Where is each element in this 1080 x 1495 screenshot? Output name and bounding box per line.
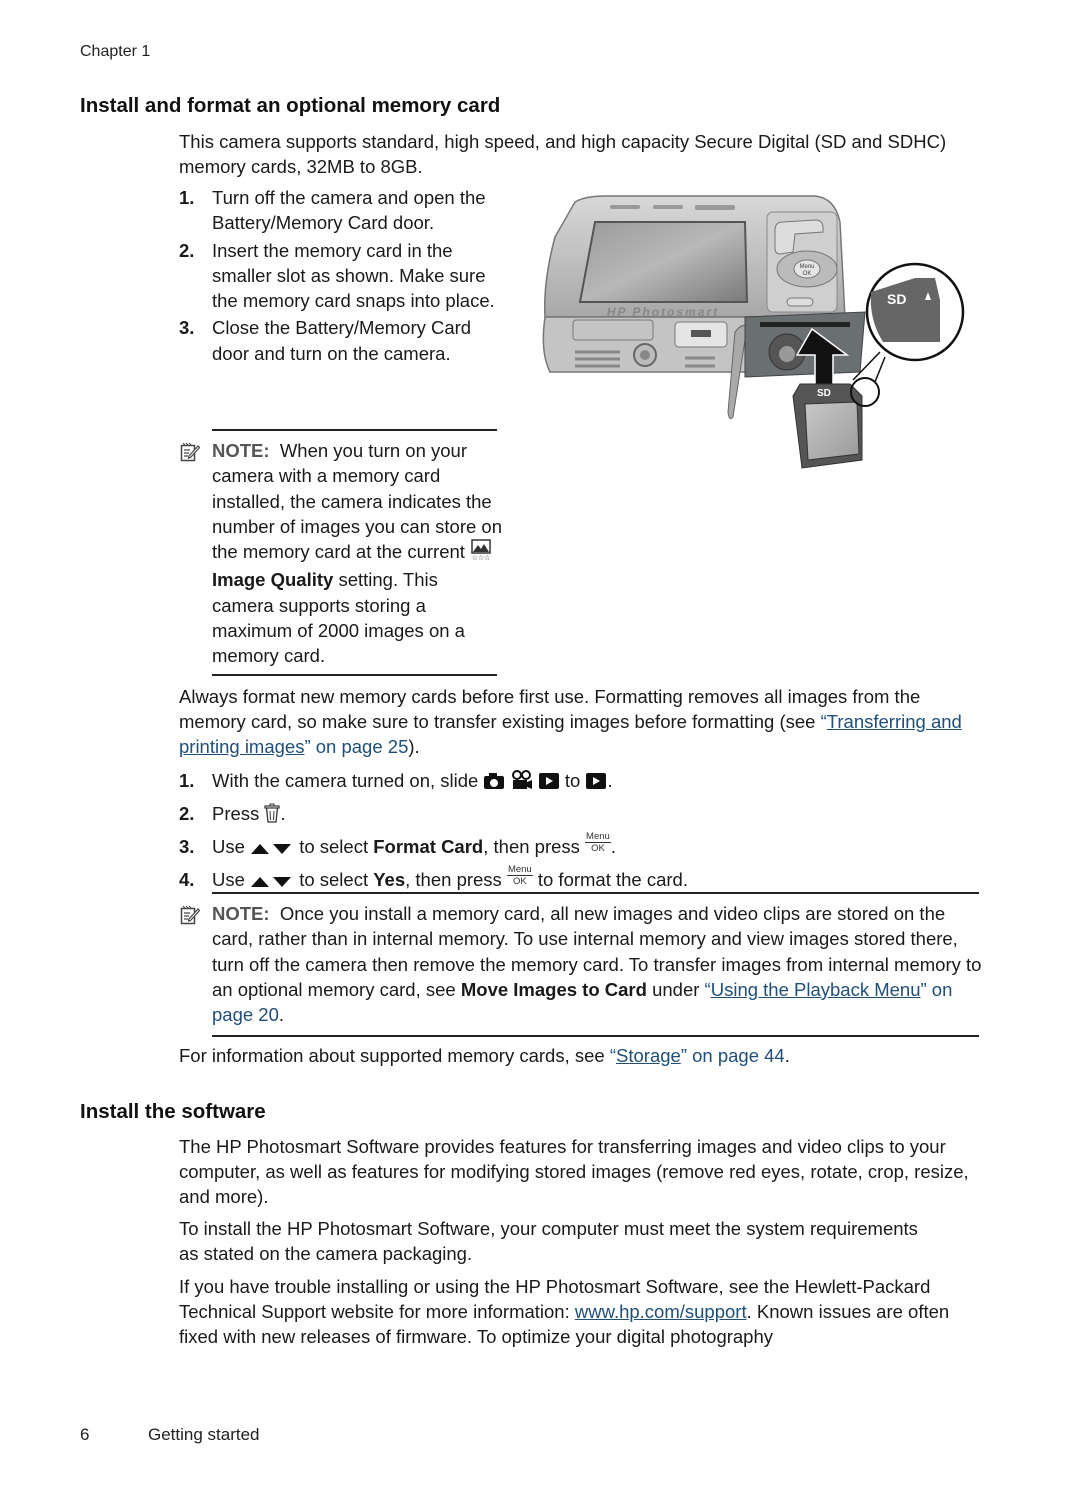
- step-text: to: [564, 770, 581, 791]
- format-card-steps: 1. With the camera turned on, slide to .…: [179, 766, 989, 898]
- support-paragraph: If you have trouble installing or using …: [179, 1274, 989, 1349]
- storage-paragraph-text: For information about supported memory c…: [179, 1045, 610, 1066]
- format-paragraph-text: Always format new memory cards before fi…: [179, 686, 921, 732]
- svg-text:SD: SD: [817, 388, 831, 399]
- note-label: NOTE:: [212, 440, 270, 461]
- note-text: .: [278, 1004, 285, 1026]
- section-title-memory-card: Install and format an optional memory ca…: [80, 94, 501, 117]
- step-text: , then press: [405, 869, 502, 890]
- format-card-option: Format Card: [373, 836, 484, 857]
- page-number: 6: [80, 1425, 90, 1444]
- list-item: 1. With the camera turned on, slide to .: [179, 766, 989, 799]
- step-text: Press: [212, 803, 260, 824]
- yes-option: Yes: [373, 869, 406, 890]
- note-memory-card-capacity: NOTE: When you turn on your camera with …: [212, 438, 504, 669]
- chapter-header: Chapter 1: [80, 43, 151, 60]
- link-hp-support[interactable]: www.hp.com/support: [575, 1301, 747, 1322]
- list-item: 3. Close the Battery/Memory Card door an…: [179, 315, 499, 366]
- image-quality-icon: ☆☆☆: [470, 539, 492, 567]
- step-text: With the camera turned on, slide: [212, 770, 479, 791]
- note-divider-bottom: [212, 674, 497, 676]
- note-divider-top: [212, 429, 497, 431]
- step-number: 3.: [179, 836, 195, 857]
- step-number: 2.: [179, 803, 195, 824]
- trash-icon: [264, 802, 281, 832]
- insert-card-steps: 1. Turn off the camera and open the Batt…: [179, 185, 499, 368]
- step-text: Close the Battery/Memory Card door and t…: [212, 317, 472, 364]
- list-item: 1. Turn off the camera and open the Batt…: [179, 185, 499, 236]
- note-pencil-icon: [180, 905, 201, 925]
- step-number: 1.: [179, 770, 195, 791]
- list-item: 3. Use to select Format Card, then press…: [179, 832, 989, 865]
- step-text: Insert the memory card in the smaller sl…: [212, 239, 495, 312]
- step-number: 4.: [179, 869, 195, 890]
- step-text: Use: [212, 836, 245, 857]
- format-paragraph-close: ).: [408, 736, 420, 757]
- step-text: , then press: [483, 836, 580, 857]
- section-title-install-software: Install the software: [80, 1100, 266, 1123]
- system-requirements-paragraph: To install the HP Photosmart Software, y…: [179, 1218, 918, 1264]
- camera-memory-card-illustration: HP Photosmart Menu OK SD SD: [535, 192, 965, 477]
- step-number: 2.: [179, 239, 195, 261]
- svg-text:SD: SD: [887, 291, 906, 307]
- storage-paragraph: For information about supported memory c…: [179, 1043, 989, 1068]
- note-label: NOTE:: [212, 903, 270, 924]
- storage-paragraph-close: .: [784, 1045, 790, 1066]
- svg-text:Menu: Menu: [799, 264, 814, 270]
- svg-text:☆☆☆: ☆☆☆: [472, 554, 491, 561]
- step-text: to format the card.: [537, 869, 688, 890]
- intro-paragraph: This camera supports standard, high spee…: [179, 131, 947, 177]
- step-number: 3.: [179, 317, 195, 339]
- software-features-paragraph: The HP Photosmart Software provides feat…: [179, 1136, 969, 1207]
- list-item: 2. Press .: [179, 799, 989, 832]
- up-down-arrows-icon: [250, 868, 294, 898]
- menu-ok-button-icon: Menu OK: [506, 864, 533, 887]
- step-text: to select: [299, 869, 369, 890]
- step-number: 1.: [179, 187, 195, 208]
- format-paragraph: Always format new memory cards before fi…: [179, 684, 989, 759]
- playback-icon: [585, 769, 607, 799]
- image-quality-setting: Image Quality: [212, 569, 334, 591]
- menu-ok-button-icon: Menu OK: [585, 831, 611, 854]
- note-text: under: [652, 978, 705, 1000]
- footer-section-name: Getting started: [148, 1425, 260, 1444]
- list-item: 2. Insert the memory card in the smaller…: [179, 238, 499, 314]
- step-text: .: [607, 770, 613, 791]
- step-text: to select: [299, 836, 369, 857]
- up-down-arrows-icon: [250, 835, 294, 865]
- step-text: Turn off the camera and open the Battery…: [212, 187, 486, 234]
- step-text: Use: [212, 869, 245, 890]
- note-internal-memory: NOTE: Once you install a memory card, al…: [212, 901, 987, 1027]
- camera-mode-icon: [483, 769, 505, 799]
- link-storage[interactable]: “Storage” on page 44: [610, 1045, 785, 1066]
- step-text: .: [280, 803, 286, 824]
- note2-divider-bottom: [212, 1035, 979, 1037]
- note2-divider-top: [212, 892, 979, 894]
- video-mode-icon: [511, 769, 533, 799]
- playback-icon: [538, 769, 560, 799]
- move-images-to-card-option: Move Images to Card: [460, 978, 647, 1000]
- svg-text:OK: OK: [803, 271, 812, 277]
- step-text: .: [610, 836, 616, 857]
- note-pencil-icon: [180, 442, 201, 462]
